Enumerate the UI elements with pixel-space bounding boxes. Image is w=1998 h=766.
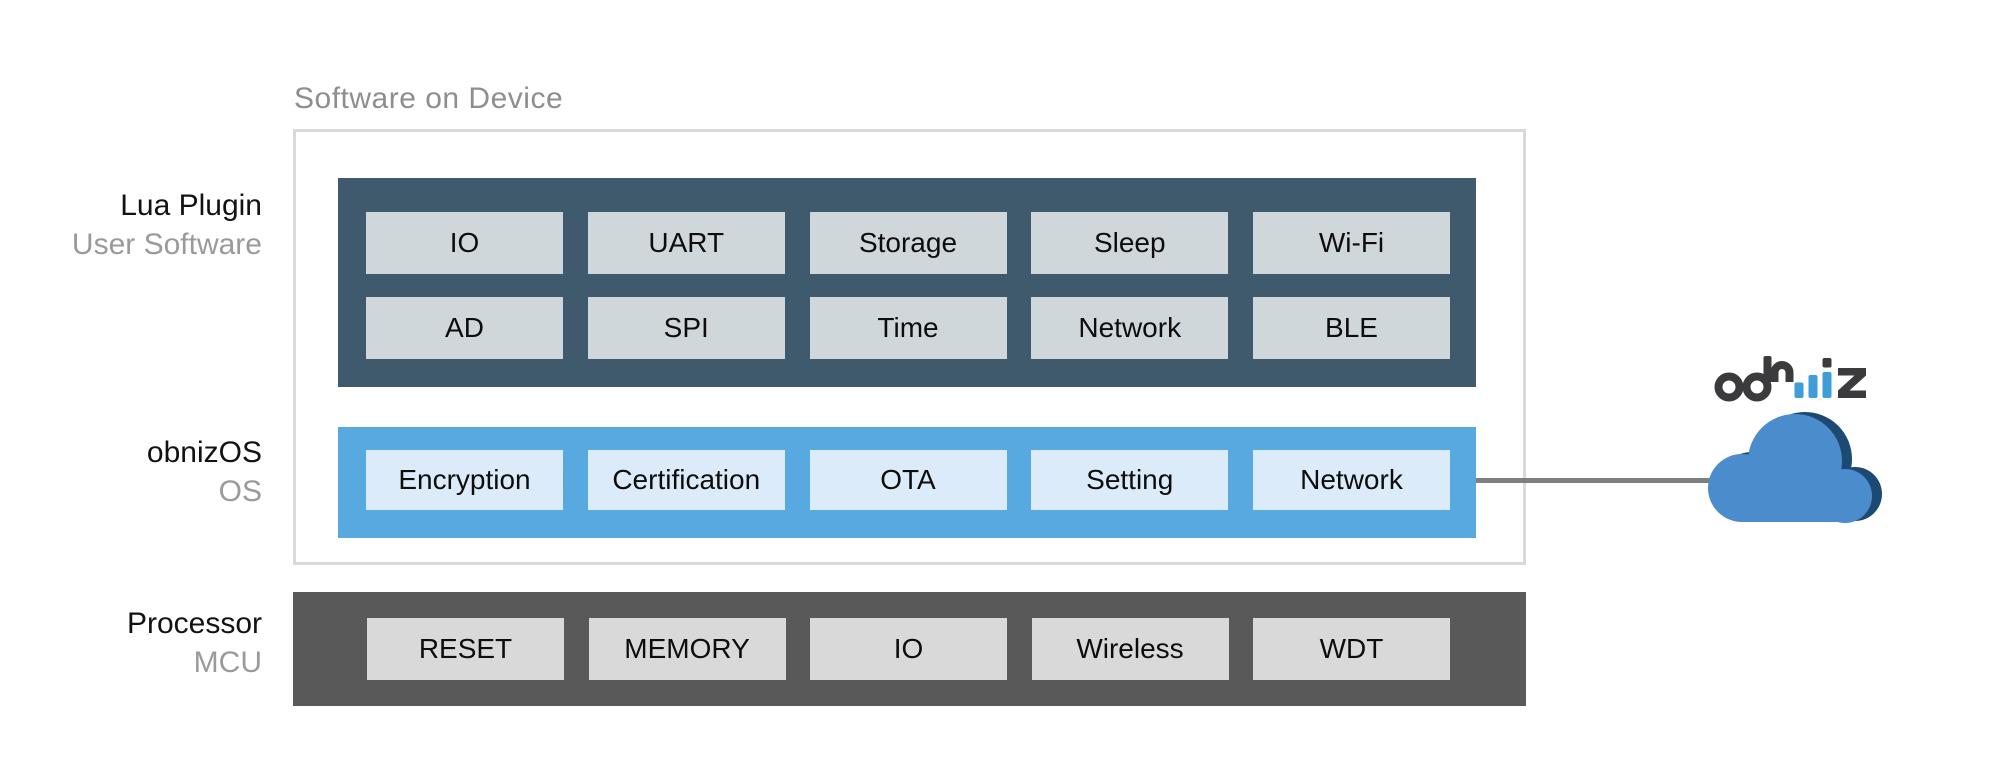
obniz-cloud-icon [1700, 402, 1900, 534]
label-user-software-sub: User Software [40, 225, 262, 264]
diagram-title: Software on Device [294, 82, 563, 116]
chip-network-user: Network [1031, 297, 1228, 359]
obnizos-chip-row: Encryption Certification OTA Setting Net… [366, 450, 1450, 510]
obniz-logo [1714, 356, 1874, 404]
chip-storage: Storage [810, 212, 1007, 274]
chip-network-os: Network [1253, 450, 1450, 510]
label-processor-primary: Processor [40, 604, 262, 643]
user-software-chip-row-1: IO UART Storage Sleep Wi-Fi [366, 212, 1450, 274]
chip-wifi: Wi-Fi [1253, 212, 1450, 274]
label-mcu-sub: MCU [40, 643, 262, 682]
layer-obnizos-box: Encryption Certification OTA Setting Net… [338, 427, 1476, 538]
os-to-cloud-connector-line [1476, 478, 1728, 483]
chip-certification: Certification [588, 450, 785, 510]
chip-io-mcu: IO [810, 618, 1007, 680]
chip-wdt: WDT [1253, 618, 1450, 680]
label-user-software: Lua Plugin User Software [40, 186, 262, 264]
chip-ad: AD [366, 297, 563, 359]
label-obnizos: obnizOS OS [40, 433, 262, 511]
chip-ota: OTA [810, 450, 1007, 510]
label-os-sub: OS [40, 472, 262, 511]
chip-sleep: Sleep [1031, 212, 1228, 274]
chip-memory: MEMORY [589, 618, 786, 680]
layer-user-software-box: IO UART Storage Sleep Wi-Fi AD SPI Time … [338, 178, 1476, 387]
label-processor: Processor MCU [40, 604, 262, 682]
label-lua-plugin: Lua Plugin [40, 186, 262, 225]
chip-time: Time [810, 297, 1007, 359]
chip-uart: UART [588, 212, 785, 274]
chip-reset: RESET [367, 618, 564, 680]
chip-spi: SPI [588, 297, 785, 359]
layer-processor-box: RESET MEMORY IO Wireless WDT [293, 592, 1526, 706]
chip-setting: Setting [1031, 450, 1228, 510]
obniz-architecture-diagram: Software on Device Lua Plugin User Softw… [0, 0, 1998, 766]
chip-ble: BLE [1253, 297, 1450, 359]
chip-io: IO [366, 212, 563, 274]
label-obnizos-primary: obnizOS [40, 433, 262, 472]
processor-chip-row: RESET MEMORY IO Wireless WDT [367, 618, 1450, 680]
chip-encryption: Encryption [366, 450, 563, 510]
user-software-chip-row-2: AD SPI Time Network BLE [366, 297, 1450, 359]
chip-wireless: Wireless [1032, 618, 1229, 680]
